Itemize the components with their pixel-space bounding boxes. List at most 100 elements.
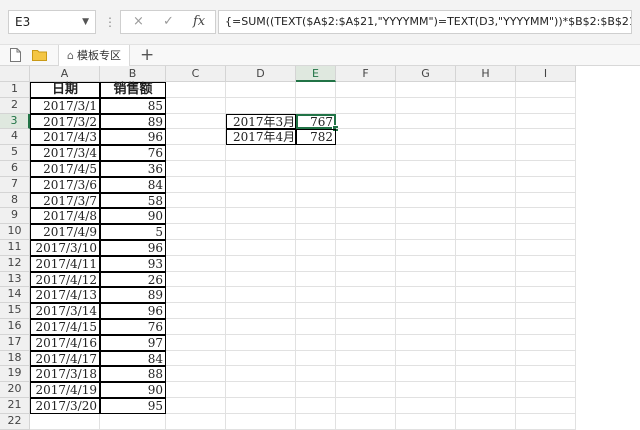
cell-c17[interactable] [166,334,226,351]
new-file-icon[interactable] [9,48,22,62]
date-cell[interactable]: 2017/4/8 [30,208,100,225]
column-header-h[interactable]: H [456,66,516,82]
row-header-7[interactable]: 7 [0,176,30,193]
tab-template-zone[interactable]: ⌂ 模板专区 [58,45,130,66]
more-dots-icon[interactable]: ⋮ [104,12,116,32]
cell-c3[interactable] [166,113,226,130]
cell-c18[interactable] [166,350,226,367]
cell-e20[interactable] [296,382,336,398]
cell-d20[interactable] [226,382,296,398]
cell-d13[interactable] [226,271,296,288]
cell-f9[interactable] [336,208,396,225]
cell-c19[interactable] [166,366,226,383]
sales-cell[interactable]: 36 [100,161,166,177]
cell-h22[interactable] [456,413,516,430]
cell-d21[interactable] [226,398,296,414]
row-header-19[interactable]: 19 [0,366,30,383]
row-header-21[interactable]: 21 [0,398,30,414]
cell-c6[interactable] [166,161,226,177]
selected-cell-e3[interactable]: 767 [296,113,336,130]
date-cell[interactable]: 2017/3/2 [30,113,100,130]
select-all-corner[interactable] [0,66,30,82]
cell-f2[interactable] [336,97,396,114]
cell-h7[interactable] [456,176,516,193]
column-header-c[interactable]: C [166,66,226,82]
column-header-a[interactable]: A [30,66,100,82]
cell-e6[interactable] [296,161,336,177]
cell-f20[interactable] [336,382,396,398]
column-header-e[interactable]: E [296,66,336,82]
cell-f21[interactable] [336,398,396,414]
column-header-d[interactable]: D [226,66,296,82]
cell-g5[interactable] [396,145,456,161]
cell-f11[interactable] [336,240,396,256]
sales-cell[interactable]: 89 [100,287,166,304]
cell-g1[interactable] [396,82,456,98]
cell-g13[interactable] [396,271,456,288]
date-cell[interactable]: 2017/3/6 [30,176,100,193]
row-header-10[interactable]: 10 [0,224,30,240]
cell-c7[interactable] [166,176,226,193]
cell-c11[interactable] [166,240,226,256]
cell-c9[interactable] [166,208,226,225]
cell-e8[interactable] [296,192,336,209]
cell-e22[interactable] [296,413,336,430]
column-header-b[interactable]: B [100,66,166,82]
cell-g16[interactable] [396,319,456,335]
sales-cell[interactable]: 85 [100,97,166,114]
cell-h13[interactable] [456,271,516,288]
cell-g14[interactable] [396,287,456,304]
row-header-2[interactable]: 2 [0,97,30,114]
name-box[interactable]: E3 ▼ [8,10,96,34]
cell-i10[interactable] [516,224,576,240]
row-header-22[interactable]: 22 [0,413,30,430]
cell-i6[interactable] [516,161,576,177]
cell-d15[interactable] [226,303,296,319]
cell-h1[interactable] [456,82,516,98]
cell-g21[interactable] [396,398,456,414]
cell-g20[interactable] [396,382,456,398]
cell-d22[interactable] [226,413,296,430]
cell-e15[interactable] [296,303,336,319]
date-cell[interactable]: 2017/3/20 [30,398,100,414]
cell-e11[interactable] [296,240,336,256]
enter-button[interactable]: ✓ [163,13,174,31]
cell-i15[interactable] [516,303,576,319]
row-header-3[interactable]: 3 [0,113,30,130]
cell-d6[interactable] [226,161,296,177]
cell-h6[interactable] [456,161,516,177]
cell-e2[interactable] [296,97,336,114]
row-header-11[interactable]: 11 [0,240,30,256]
cell-f16[interactable] [336,319,396,335]
cell-f22[interactable] [336,413,396,430]
sales-cell[interactable]: 88 [100,366,166,383]
cell-g22[interactable] [396,413,456,430]
cell-h10[interactable] [456,224,516,240]
cell-h2[interactable] [456,97,516,114]
cell-g10[interactable] [396,224,456,240]
folder-icon[interactable] [32,48,47,62]
cell-c14[interactable] [166,287,226,304]
cell-i5[interactable] [516,145,576,161]
cell-h8[interactable] [456,192,516,209]
cell-c10[interactable] [166,224,226,240]
cell-h16[interactable] [456,319,516,335]
cell-e19[interactable] [296,366,336,383]
date-cell[interactable]: 2017/4/11 [30,255,100,272]
date-cell[interactable]: 2017/3/4 [30,145,100,161]
cell-g8[interactable] [396,192,456,209]
date-cell[interactable]: 2017/4/15 [30,319,100,335]
cell-i22[interactable] [516,413,576,430]
cell-c22[interactable] [166,413,226,430]
date-cell[interactable]: 2017/4/12 [30,271,100,288]
cell-h19[interactable] [456,366,516,383]
cell-g3[interactable] [396,113,456,130]
cell-h21[interactable] [456,398,516,414]
sales-cell[interactable]: 89 [100,113,166,130]
date-cell[interactable]: 2017/3/10 [30,240,100,256]
cell-h17[interactable] [456,334,516,351]
cell-f17[interactable] [336,334,396,351]
sales-cell[interactable]: 90 [100,382,166,398]
row-header-15[interactable]: 15 [0,303,30,319]
cell-i12[interactable] [516,255,576,272]
